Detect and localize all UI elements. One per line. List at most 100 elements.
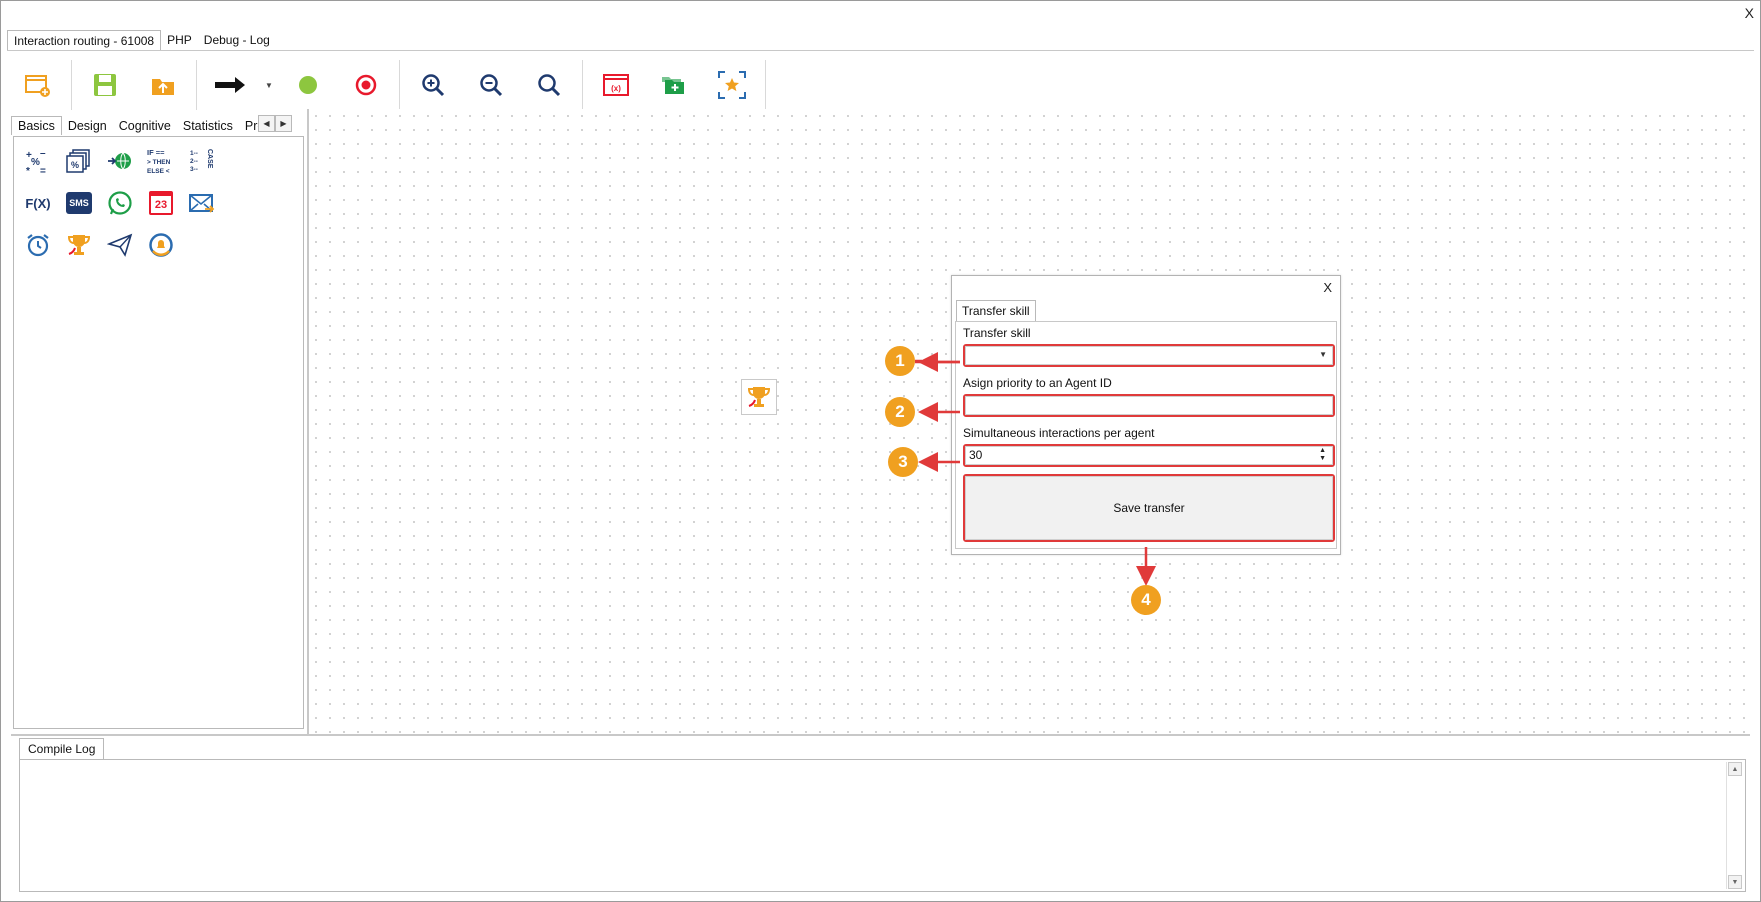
paper-plane-icon xyxy=(107,233,133,257)
toolbar-separator xyxy=(71,60,72,110)
toolbar-separator xyxy=(196,60,197,110)
stepper-arrows-icon[interactable]: ▲ ▼ xyxy=(1319,447,1326,463)
email-tool[interactable] xyxy=(186,187,218,219)
palette-tab-statistics[interactable]: Statistics xyxy=(177,117,239,135)
agent-id-input[interactable] xyxy=(965,396,1333,415)
calendar-icon: 23 xyxy=(149,191,173,215)
percentage-stack-icon: % xyxy=(66,149,90,173)
callout-badge-2: 2 xyxy=(885,397,915,427)
tab-transfer-skill[interactable]: Transfer skill xyxy=(956,300,1036,321)
svg-text:(x): (x) xyxy=(611,84,621,93)
highlight-box-2 xyxy=(963,394,1335,417)
scroll-left-button[interactable]: ◀ xyxy=(258,115,275,132)
alarm-clock-icon xyxy=(27,234,49,257)
dialog-close-button[interactable]: X xyxy=(1323,280,1332,295)
alarm-tool[interactable] xyxy=(22,229,54,261)
simultaneous-value: 30 xyxy=(969,448,983,462)
tab-divider xyxy=(7,50,1754,51)
simultaneous-stepper[interactable]: 30 ▲ ▼ xyxy=(965,446,1333,465)
scroll-right-button[interactable]: ▶ xyxy=(275,115,292,132)
palette-tab-cognitive[interactable]: Cognitive xyxy=(113,117,177,135)
top-tab-bar: Interaction routing - 61008 PHP Debug - … xyxy=(7,30,276,50)
upload-icon xyxy=(152,79,174,95)
transfer-skill-node[interactable] xyxy=(741,379,777,415)
connector-button[interactable] xyxy=(201,59,259,111)
whatsapp-tool[interactable] xyxy=(104,187,136,219)
connector-arrow-icon xyxy=(215,77,245,93)
connector-dropdown[interactable]: ▼ xyxy=(259,59,279,111)
dialog-body: Transfer skill ▼ Asign priority to an Ag… xyxy=(955,321,1337,549)
send-tool[interactable] xyxy=(104,229,136,261)
sms-icon: SMS xyxy=(66,192,92,214)
fit-view-button[interactable] xyxy=(703,59,761,111)
svg-text:%: % xyxy=(31,157,40,168)
calendar-icon-label: 23 xyxy=(154,198,168,211)
zoom-reset-button[interactable] xyxy=(520,59,578,111)
chevron-down-icon: ▼ xyxy=(1319,350,1327,359)
variables-button[interactable]: (x) xyxy=(587,59,645,111)
save-transfer-button[interactable]: Save transfer xyxy=(965,476,1333,540)
percentage-tool[interactable]: % xyxy=(63,145,95,177)
globe-connect-icon xyxy=(108,152,131,170)
palette-tab-basics[interactable]: Basics xyxy=(11,116,62,135)
math-operators-icon: + – % * = xyxy=(26,148,46,175)
upload-button[interactable] xyxy=(134,59,192,111)
case-icon: 1-- 2-- 3-- CASE xyxy=(190,149,213,173)
save-icon xyxy=(94,74,116,96)
new-flow-button[interactable] xyxy=(9,59,67,111)
scroll-down-button[interactable]: ▼ xyxy=(1728,875,1742,889)
svg-text:CASE: CASE xyxy=(206,149,213,169)
save-button[interactable] xyxy=(76,59,134,111)
compile-log-output[interactable]: ▲ ▼ xyxy=(19,759,1746,892)
svg-text:2--: 2-- xyxy=(190,158,198,165)
svg-text:3--: 3-- xyxy=(190,166,198,173)
tab-php[interactable]: PHP xyxy=(161,30,198,50)
web-service-tool[interactable] xyxy=(104,145,136,177)
toolbar-separator xyxy=(765,60,766,110)
tab-debug-log[interactable]: Debug - Log xyxy=(198,30,276,50)
agent-id-label: Asign priority to an Agent ID xyxy=(963,376,1112,390)
email-icon xyxy=(189,194,215,213)
scroll-up-button[interactable]: ▲ xyxy=(1728,762,1742,776)
palette-tabs: Basics Design Cognitive Statistics Pre ◀… xyxy=(11,113,308,135)
if-then-else-tool[interactable]: IF == > THEN ELSE < xyxy=(145,145,177,177)
zoom-out-button[interactable] xyxy=(462,59,520,111)
function-icon: F(X) xyxy=(25,195,51,211)
add-folder-button[interactable] xyxy=(645,59,703,111)
toolbar: ▼ (x) xyxy=(9,57,770,113)
whatsapp-icon xyxy=(108,191,132,215)
callout-badge-1: 1 xyxy=(885,346,915,376)
transfer-skill-select[interactable]: ▼ xyxy=(965,346,1333,365)
start-node-button[interactable] xyxy=(279,59,337,111)
transfer-skill-label: Transfer skill xyxy=(963,326,1031,340)
case-tool[interactable]: 1-- 2-- 3-- CASE xyxy=(186,145,218,177)
simultaneous-label: Simultaneous interactions per agent xyxy=(963,426,1155,440)
highlight-box-1: ▼ xyxy=(963,344,1335,367)
tab-compile-log[interactable]: Compile Log xyxy=(19,738,105,759)
palette-tab-design[interactable]: Design xyxy=(62,117,113,135)
svg-text:=: = xyxy=(40,166,46,175)
palette-icon-grid: + – % * = % IF == > THEN ELSE < 1-- 2-- … xyxy=(22,145,227,271)
toolbar-separator xyxy=(399,60,400,110)
component-palette: Basics Design Cognitive Statistics Pre ◀… xyxy=(11,113,308,731)
end-node-icon xyxy=(355,74,377,96)
window-close-button[interactable]: X xyxy=(1745,5,1754,21)
transfer-skill-dialog: X Transfer skill Transfer skill ▼ Asign … xyxy=(951,275,1341,555)
add-folder-icon xyxy=(662,77,684,94)
palette-tab-scroller: ◀ ▶ xyxy=(258,115,292,132)
zoom-in-button[interactable] xyxy=(404,59,462,111)
log-scrollbar[interactable]: ▲ ▼ xyxy=(1726,762,1743,889)
function-tool[interactable]: F(X) xyxy=(22,187,54,219)
fit-view-icon xyxy=(718,71,746,99)
tab-interaction-routing[interactable]: Interaction routing - 61008 xyxy=(7,30,162,50)
calendar-tool[interactable]: 23 xyxy=(145,187,177,219)
notification-tool[interactable] xyxy=(145,229,177,261)
panel-splitter[interactable] xyxy=(11,734,1750,736)
transfer-skill-tool[interactable] xyxy=(63,229,95,261)
math-operators-tool[interactable]: + – % * = xyxy=(22,145,54,177)
callout-badge-3: 3 xyxy=(888,447,918,477)
sms-tool[interactable]: SMS xyxy=(63,187,95,219)
svg-text:IF ==: IF == xyxy=(147,148,165,157)
end-node-button[interactable] xyxy=(337,59,395,111)
start-node-icon xyxy=(299,76,317,94)
